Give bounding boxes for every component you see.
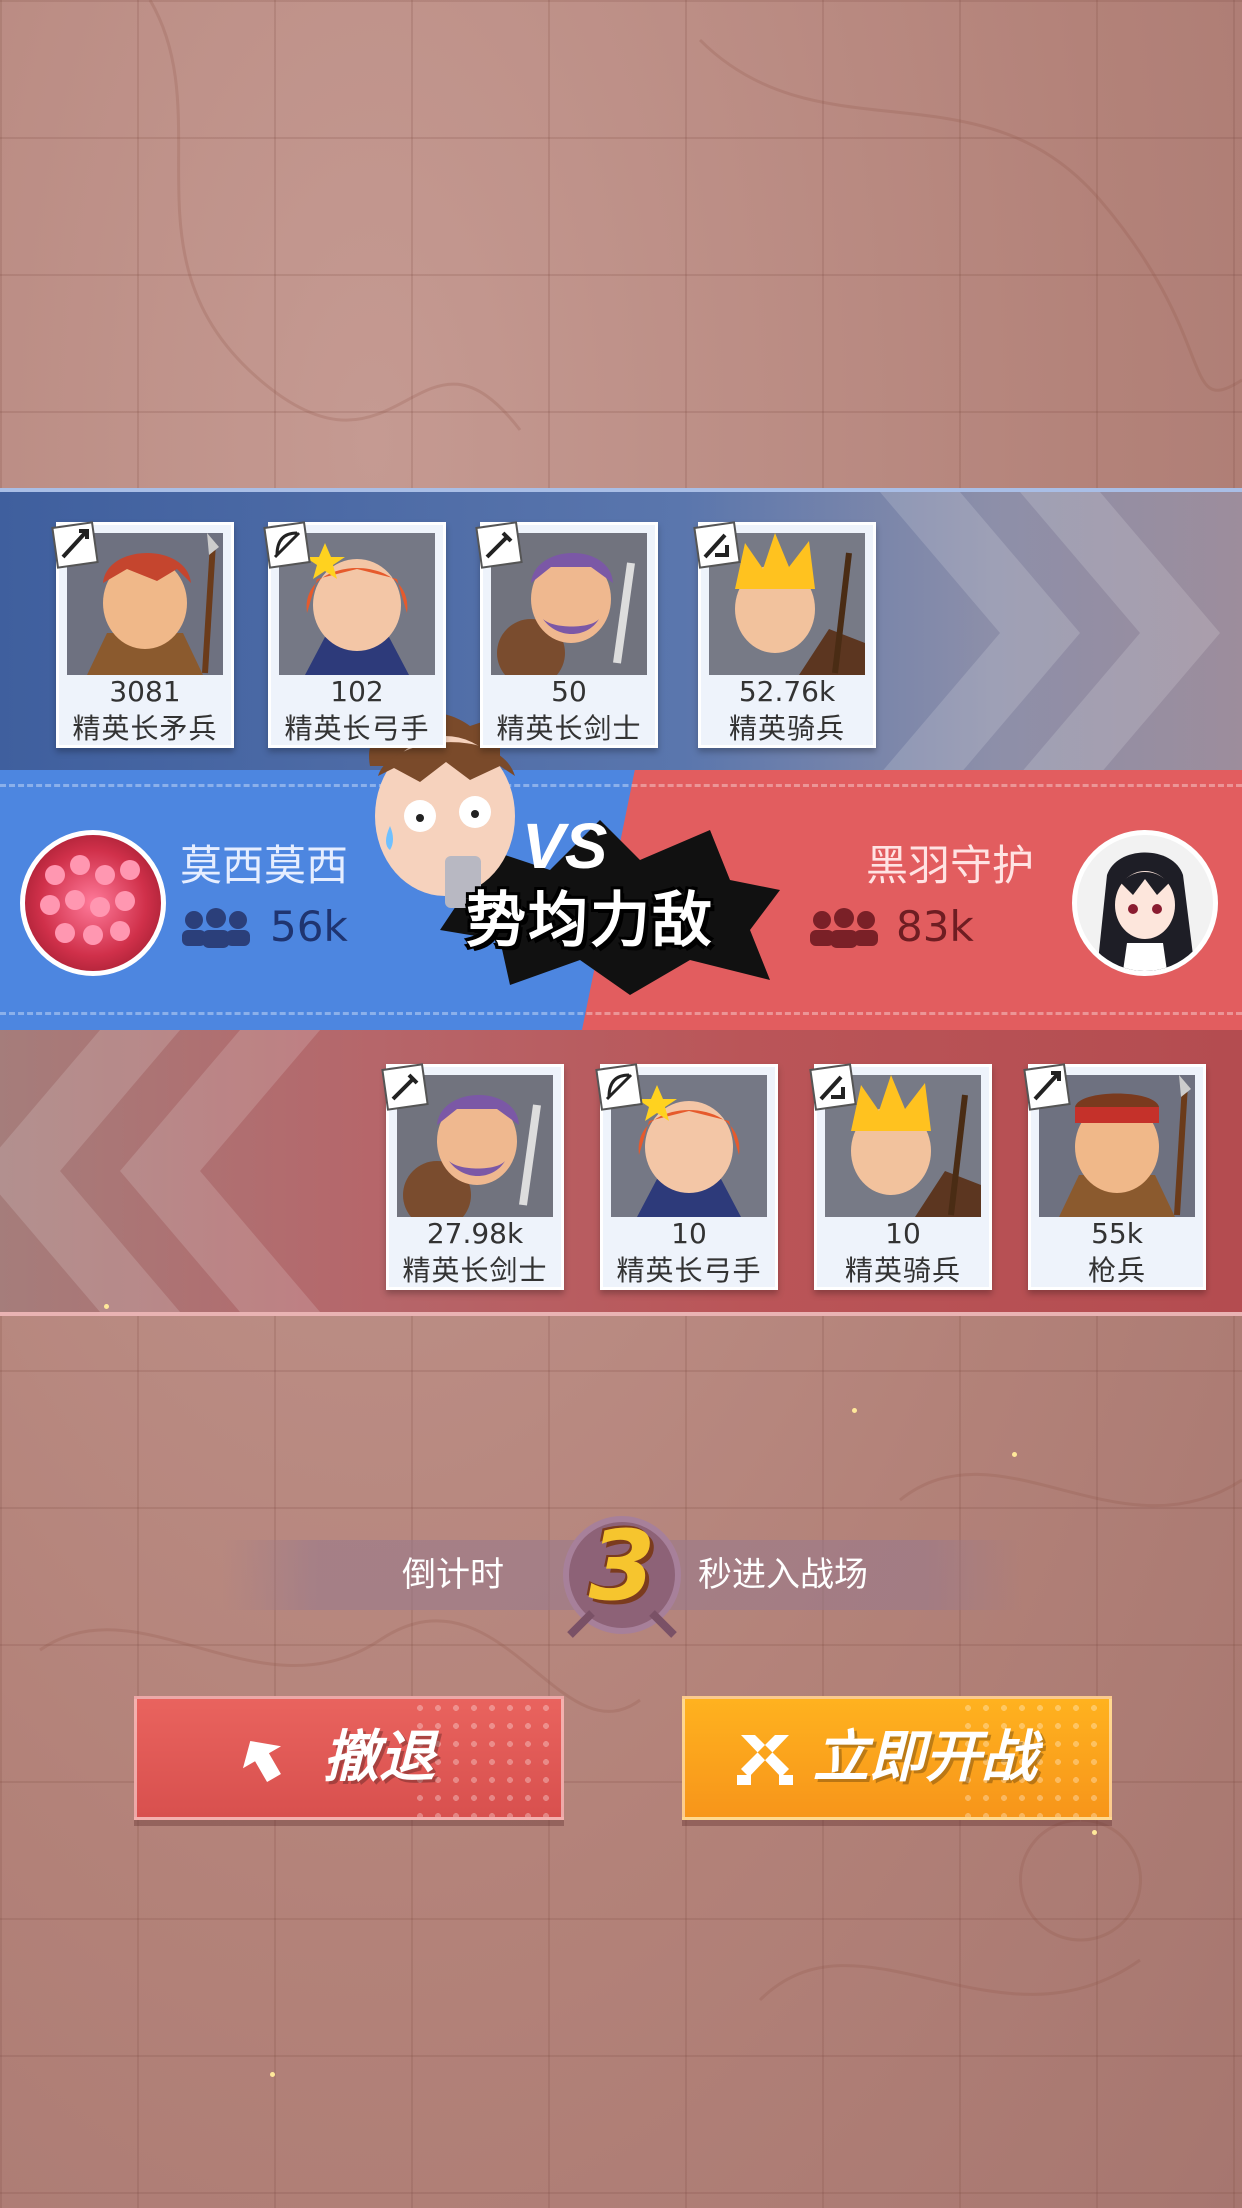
unit-name: 精英骑兵 — [728, 712, 845, 745]
unit-count: 10 — [885, 1217, 921, 1250]
countdown-suffix: 秒进入战场 — [698, 1555, 868, 1595]
sparkle — [1092, 1830, 1097, 1835]
sword-icon — [381, 1063, 429, 1111]
top-unit-card[interactable]: 3081 精英长矛兵 — [51, 521, 234, 748]
unit-count: 55k — [1091, 1217, 1143, 1250]
bow-icon — [595, 1063, 643, 1111]
right-player-troops: 83k — [896, 902, 974, 951]
sparkle — [852, 1408, 857, 1413]
unit-name: 精英长剑士 — [496, 712, 642, 745]
sparkle — [104, 1304, 109, 1309]
left-player-avatar[interactable] — [20, 830, 166, 976]
countdown-prefix: 倒计时 — [402, 1555, 504, 1595]
stitch-line — [0, 1012, 1242, 1015]
left-player-name: 莫西莫西 — [180, 841, 349, 890]
unit-count: 50 — [551, 675, 587, 708]
people-icon — [810, 908, 878, 948]
unit-count: 102 — [330, 675, 384, 708]
stitch-line — [0, 784, 1242, 787]
bow-icon — [263, 521, 311, 569]
retreat-button[interactable]: 撤退 — [134, 1696, 564, 1820]
right-player-name: 黑羽守护 — [866, 841, 1035, 890]
battle-preview-screen: 莫西莫西 56k 黑羽守护 83k VS 势均力敌 3081 精英长矛兵 102… — [0, 0, 1242, 2208]
start-battle-label: 立即开战 — [813, 1725, 1037, 1790]
sword-icon — [475, 521, 523, 569]
sparkle — [270, 2072, 275, 2077]
unit-name: 精英长剑士 — [402, 1254, 548, 1287]
unit-count: 52.76k — [738, 675, 836, 708]
anime-girl-portrait — [1097, 852, 1195, 971]
sparkle — [1012, 1452, 1017, 1457]
unit-name: 枪兵 — [1087, 1254, 1146, 1287]
left-player-troops: 56k — [270, 902, 348, 951]
countdown-bar: 倒计时 3 秒进入战场 — [222, 1510, 1022, 1638]
even-match-label: 势均力敌 — [466, 886, 714, 956]
right-player-avatar[interactable] — [1072, 830, 1218, 976]
unit-name: 精英骑兵 — [844, 1254, 961, 1287]
bottom-unit-card[interactable]: 10 精英骑兵 — [809, 1063, 992, 1290]
countdown-seconds: 3 — [588, 1510, 656, 1622]
spear-icon — [1023, 1063, 1071, 1111]
back-arrow-icon — [242, 1740, 282, 1783]
unit-name: 精英长矛兵 — [72, 712, 218, 745]
retreat-label: 撤退 — [323, 1725, 435, 1790]
spear-icon — [51, 521, 99, 569]
unit-count: 3081 — [109, 675, 181, 708]
start-battle-button[interactable]: 立即开战 — [682, 1696, 1112, 1820]
bottom-unit-card[interactable]: 10 精英长弓手 — [595, 1063, 778, 1290]
bottom-unit-card[interactable]: 27.98k 精英长剑士 — [381, 1063, 564, 1290]
unit-name: 精英长弓手 — [616, 1254, 762, 1287]
crossed-swords-icon — [737, 1735, 793, 1785]
unit-count: 10 — [671, 1217, 707, 1250]
top-unit-card[interactable]: 102 精英长弓手 — [263, 521, 446, 748]
unit-name: 精英长弓手 — [284, 712, 430, 745]
top-unit-card[interactable]: 50 精英长剑士 — [475, 521, 658, 748]
cavalry-icon — [693, 521, 741, 569]
cavalry-icon — [809, 1063, 857, 1111]
bottom-unit-card[interactable]: 55k 枪兵 — [1023, 1063, 1206, 1290]
rose-bouquet-image — [40, 855, 140, 945]
unit-count: 27.98k — [426, 1217, 524, 1250]
people-icon — [182, 908, 250, 948]
top-unit-card[interactable]: 52.76k 精英骑兵 — [693, 521, 876, 748]
